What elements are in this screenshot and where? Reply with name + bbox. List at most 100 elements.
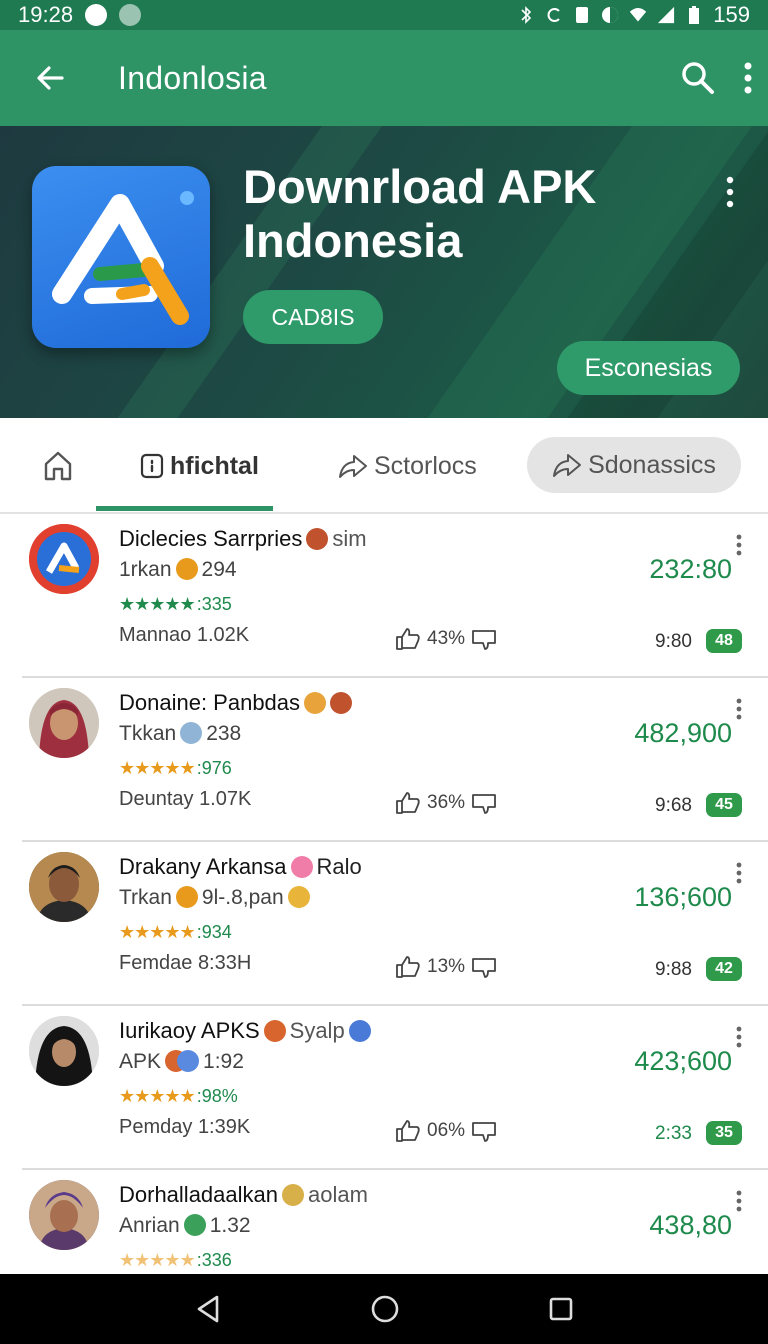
signal-icon: [658, 6, 675, 24]
avatar: [29, 688, 99, 758]
thumb-down-icon[interactable]: [471, 1119, 497, 1143]
like-percent: 06%: [427, 1120, 466, 1141]
thumb-up-icon[interactable]: [395, 791, 421, 815]
category-chip[interactable]: CAD8IS: [243, 290, 383, 344]
more-vert-icon[interactable]: [735, 534, 743, 556]
notification-icon: [85, 4, 108, 26]
list-item[interactable]: Drakany Arkansa Ralo Trkan 9l-.8,pan ★★★★★…: [0, 842, 768, 1006]
item-sub-line: Trkan 9l-.8,pan: [119, 886, 314, 910]
item-sub-label: Trkan: [119, 886, 172, 909]
tab-indicator: [96, 506, 273, 511]
like-percent: 43%: [427, 628, 466, 649]
item-meta: Pemday 1:39K: [119, 1116, 250, 1139]
item-sub-value: 1:92: [203, 1050, 244, 1073]
item-sub-label: Anrian: [119, 1214, 180, 1237]
like-percent: 36%: [427, 792, 466, 813]
meta-label: Mannao: [119, 624, 192, 646]
item-price: 232:80: [649, 554, 732, 584]
wifi-icon: [630, 8, 647, 22]
item-rating: ★★★★★:976: [119, 758, 232, 779]
emoji-icon: [175, 558, 198, 580]
item-name-line: Donaine: Panbdas: [119, 690, 356, 716]
item-time: 9:88: [655, 959, 692, 980]
search-icon[interactable]: [680, 60, 716, 96]
item-price: 136;600: [634, 882, 732, 912]
emoji-icon: [306, 528, 329, 550]
thumb-up-icon[interactable]: [395, 627, 421, 651]
more-vert-icon[interactable]: [720, 174, 740, 210]
more-vert-icon[interactable]: [735, 1190, 743, 1212]
app-hero-banner: Downrload APK Indonesia CAD8IS Esconesia…: [0, 126, 768, 418]
notification-icon-2: [119, 4, 142, 26]
battery-level: 159: [713, 2, 750, 27]
tab-label: Sctorlocs: [374, 451, 477, 480]
app-list: Diclecies Sarrpries sim 1rkan 294 ★★★★★:33…: [0, 514, 768, 1274]
more-vert-icon[interactable]: [735, 698, 743, 720]
back-button[interactable]: [18, 46, 82, 110]
item-tag: Ralo: [316, 854, 362, 879]
item-likes: 13%: [395, 955, 497, 979]
action-button[interactable]: Esconesias: [557, 341, 740, 395]
item-likes: 06%: [395, 1119, 497, 1143]
tab-hfichtal[interactable]: hfichtal: [140, 418, 259, 514]
thumb-down-icon[interactable]: [471, 791, 497, 815]
emoji-icon: [175, 886, 198, 908]
more-vert-icon[interactable]: [735, 862, 743, 884]
item-rating: ★★★★★:335: [119, 594, 232, 615]
thumb-up-icon[interactable]: [395, 1119, 421, 1143]
item-name: Drakany Arkansa: [119, 854, 287, 879]
item-sub-label: APK: [119, 1050, 162, 1073]
item-tag: sim: [332, 526, 367, 551]
nav-recents-icon[interactable]: [547, 1295, 575, 1323]
tab-home[interactable]: [36, 418, 80, 514]
share-icon: [339, 455, 367, 478]
item-meta: Mannao 1.02K: [119, 624, 249, 647]
status-time: 19:28: [18, 2, 74, 27]
item-tag: aolam: [308, 1182, 368, 1207]
home-icon: [44, 451, 72, 481]
bluetooth-icon: [521, 6, 532, 24]
item-name: Iurikaoy APKS: [119, 1018, 260, 1043]
item-name-line: Drakany Arkansa Ralo: [119, 854, 362, 880]
tab-sdonassics[interactable]: Sdonassics: [527, 437, 741, 493]
item-tag: Syalp: [289, 1018, 345, 1043]
nav-back-icon[interactable]: [193, 1293, 223, 1325]
item-badge: 48: [706, 629, 742, 653]
app-bar: Indonlosia: [0, 30, 768, 126]
item-price: 438,80: [649, 1210, 732, 1240]
item-rating: ★★★★★:98%: [119, 1086, 238, 1107]
nav-home-icon[interactable]: [369, 1293, 401, 1325]
list-item[interactable]: Iurikaoy APKS Syalp APK 1:92 ★★★★★:98% Pem…: [0, 1006, 768, 1170]
meta-label: Femdae: [119, 952, 193, 974]
star-rating-icon: ★★★★★: [119, 1086, 196, 1106]
avatar: [29, 1180, 99, 1250]
tab-sctorlocs[interactable]: Sctorlocs: [338, 418, 477, 514]
more-vert-icon[interactable]: [735, 1026, 743, 1048]
item-name-line: Dorhalladaalkan aolam: [119, 1182, 368, 1208]
item-sub-value: 9l-.8,pan: [201, 886, 284, 909]
app-bar-title: Indonlosia: [118, 59, 267, 96]
item-price: 423;600: [634, 1046, 732, 1076]
list-item[interactable]: Diclecies Sarrpries sim 1rkan 294 ★★★★★:33…: [0, 514, 768, 678]
emoji-icon: [287, 886, 310, 908]
item-meta: Deuntay 1.07K: [119, 788, 251, 811]
item-name: Donaine: Panbdas: [119, 690, 301, 715]
more-vert-icon[interactable]: [742, 61, 754, 95]
item-rating: ★★★★★:336: [119, 1250, 232, 1271]
share-icon: [553, 454, 582, 477]
thumb-down-icon[interactable]: [471, 627, 497, 651]
item-sub-value: 1.32: [209, 1214, 251, 1237]
meta-value: 1:39K: [197, 1116, 251, 1138]
system-nav-bar: [0, 1274, 768, 1344]
list-item[interactable]: Donaine: Panbdas Tkkan 238 ★★★★★:976 Deun…: [0, 678, 768, 842]
item-badge: 35: [706, 1121, 742, 1145]
thumb-up-icon[interactable]: [395, 955, 421, 979]
item-sub-line: 1rkan 294: [119, 558, 237, 582]
list-item[interactable]: Dorhalladaalkan aolam Anrian 1.32 ★★★★★:33…: [0, 1170, 768, 1274]
item-rating: ★★★★★:934: [119, 922, 232, 943]
meta-value: 8:33H: [197, 952, 252, 974]
thumb-down-icon[interactable]: [471, 955, 497, 979]
item-name-line: Diclecies Sarrpries sim: [119, 526, 367, 552]
item-sub-value: 238: [206, 722, 242, 745]
item-sub-label: 1rkan: [119, 558, 172, 581]
